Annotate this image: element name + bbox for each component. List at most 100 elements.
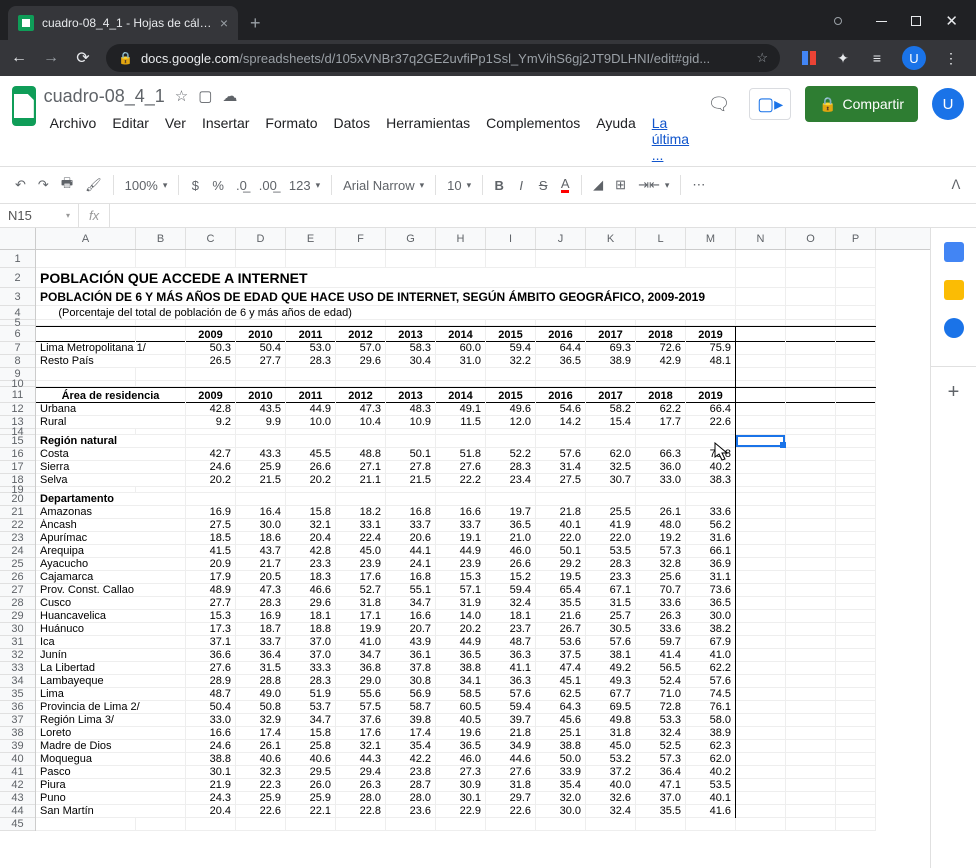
row-header-27[interactable]: 27 [0,584,35,597]
menu-ayuda[interactable]: Ayuda [590,112,641,166]
table-row[interactable]: Área de residencia2009201020112012201320… [36,387,876,403]
row-header-20[interactable]: 20 [0,493,35,506]
new-tab-button[interactable]: + [250,13,261,34]
table-row[interactable] [36,320,876,326]
row-header-36[interactable]: 36 [0,701,35,714]
col-header-H[interactable]: H [436,228,486,249]
table-row[interactable]: Región natural [36,435,876,448]
row-header-39[interactable]: 39 [0,740,35,753]
column-headers[interactable]: ABCDEFGHIJKLMNOP [0,228,930,250]
cloud-status-icon[interactable]: ☁ [222,87,237,105]
row-header-21[interactable]: 21 [0,506,35,519]
account-avatar[interactable]: U [932,88,964,120]
row-header-11[interactable]: 11 [0,387,35,403]
tab-close-icon[interactable]: × [220,15,228,31]
forward-icon[interactable]: → [42,49,60,67]
table-row[interactable]: 2009201020112012201320142015201620172018… [36,326,876,342]
table-row[interactable] [36,368,876,381]
row-header-33[interactable]: 33 [0,662,35,675]
table-row[interactable]: La Libertad27.631.533.336.837.838.841.14… [36,662,876,675]
paint-format-icon[interactable]: 🖌 [80,173,107,197]
col-header-O[interactable]: O [786,228,836,249]
keep-icon[interactable] [944,280,964,300]
col-header-F[interactable]: F [336,228,386,249]
borders-icon[interactable]: ⊞ [610,173,631,197]
window-maximize-icon[interactable] [911,16,921,26]
account-indicator-icon[interactable] [834,17,842,25]
italic-icon[interactable]: I [511,174,531,197]
table-row[interactable]: Apurímac18.518.620.422.420.619.121.022.0… [36,532,876,545]
row-header-22[interactable]: 22 [0,519,35,532]
col-header-N[interactable]: N [736,228,786,249]
menu-formato[interactable]: Formato [259,112,323,166]
row-header-31[interactable]: 31 [0,636,35,649]
row-header-12[interactable]: 12 [0,403,35,416]
table-row[interactable]: Huancavelica15.316.918.117.116.614.018.1… [36,610,876,623]
row-header-7[interactable]: 7 [0,342,35,355]
row-header-42[interactable]: 42 [0,779,35,792]
collapse-toolbar-icon[interactable]: ᐱ [946,173,966,197]
col-header-K[interactable]: K [586,228,636,249]
row-header-28[interactable]: 28 [0,597,35,610]
last-edit-link[interactable]: La última ... [646,112,695,166]
font-size-select[interactable]: 10 [442,174,476,197]
row-header-37[interactable]: 37 [0,714,35,727]
row-header-34[interactable]: 34 [0,675,35,688]
row-header-32[interactable]: 32 [0,649,35,662]
menu-herramientas[interactable]: Herramientas [380,112,476,166]
row-header-8[interactable]: 8 [0,355,35,368]
row-header-26[interactable]: 26 [0,571,35,584]
table-row[interactable]: Huánuco17.318.718.819.920.720.223.726.73… [36,623,876,636]
row-header-29[interactable]: 29 [0,610,35,623]
browser-tab[interactable]: cuadro-08_4_1 - Hojas de cálculo × [8,6,238,40]
row-header-3[interactable]: 3 [0,288,35,306]
row-header-35[interactable]: 35 [0,688,35,701]
col-header-E[interactable]: E [286,228,336,249]
col-header-G[interactable]: G [386,228,436,249]
table-row[interactable]: POBLACIÓN QUE ACCEDE A INTERNET [36,268,876,288]
row-header-23[interactable]: 23 [0,532,35,545]
reload-icon[interactable]: ⟳ [74,48,92,68]
share-button[interactable]: 🔒 Compartir [805,86,918,122]
reading-list-icon[interactable]: ≡ [868,49,886,67]
window-minimize-icon[interactable] [876,21,887,22]
menu-datos[interactable]: Datos [328,112,377,166]
back-icon[interactable]: ← [10,49,28,67]
col-header-B[interactable]: B [136,228,186,249]
table-row[interactable] [36,381,876,387]
row-header-41[interactable]: 41 [0,766,35,779]
row-header-43[interactable]: 43 [0,792,35,805]
col-header-A[interactable]: A [36,228,136,249]
comments-icon[interactable]: 🗨 [703,88,735,120]
spreadsheet-grid[interactable]: ABCDEFGHIJKLMNOP 12345678910111213141516… [0,228,930,868]
table-row[interactable]: Lambayeque28.928.828.329.030.834.136.345… [36,675,876,688]
increase-decimal-icon[interactable]: .00̲ [254,174,282,197]
col-header-P[interactable]: P [836,228,876,249]
menu-archivo[interactable]: Archivo [44,112,103,166]
row-header-17[interactable]: 17 [0,461,35,474]
sheets-logo-icon[interactable] [12,86,36,126]
table-row[interactable] [36,250,876,268]
table-row[interactable]: Rural9.29.910.010.410.911.512.014.215.41… [36,416,876,429]
row-header-40[interactable]: 40 [0,753,35,766]
address-bar[interactable]: 🔒 docs.google.com/spreadsheets/d/105xVNB… [106,44,780,72]
browser-profile-avatar[interactable]: U [902,46,926,70]
percent-icon[interactable]: % [207,174,229,197]
row-header-1[interactable]: 1 [0,250,35,268]
cell-area[interactable]: POBLACIÓN QUE ACCEDE A INTERNETPOBLACIÓN… [36,250,876,831]
doc-title[interactable]: cuadro-08_4_1 [44,86,165,107]
undo-icon[interactable]: ↶ [10,173,31,197]
table-row[interactable]: Prov. Const. Callao48.947.346.652.755.15… [36,584,876,597]
merge-icon[interactable]: ⇥⇤ [633,173,674,197]
table-row[interactable]: POBLACIÓN DE 6 Y MÁS AÑOS DE EDAD QUE HA… [36,288,876,306]
window-close-icon[interactable]: ✕ [945,12,958,30]
table-row[interactable]: Urbana42.843.544.947.348.349.149.654.658… [36,403,876,416]
add-addon-icon[interactable]: + [931,366,976,404]
strike-icon[interactable]: S [533,174,553,197]
table-row[interactable]: Puno24.325.925.928.028.030.129.732.032.6… [36,792,876,805]
present-icon[interactable]: ▢▸ [749,88,791,120]
menu-complementos[interactable]: Complementos [480,112,586,166]
table-row[interactable]: Amazonas16.916.415.818.216.816.619.721.8… [36,506,876,519]
calendar-icon[interactable] [944,242,964,262]
row-header-6[interactable]: 6 [0,326,35,342]
